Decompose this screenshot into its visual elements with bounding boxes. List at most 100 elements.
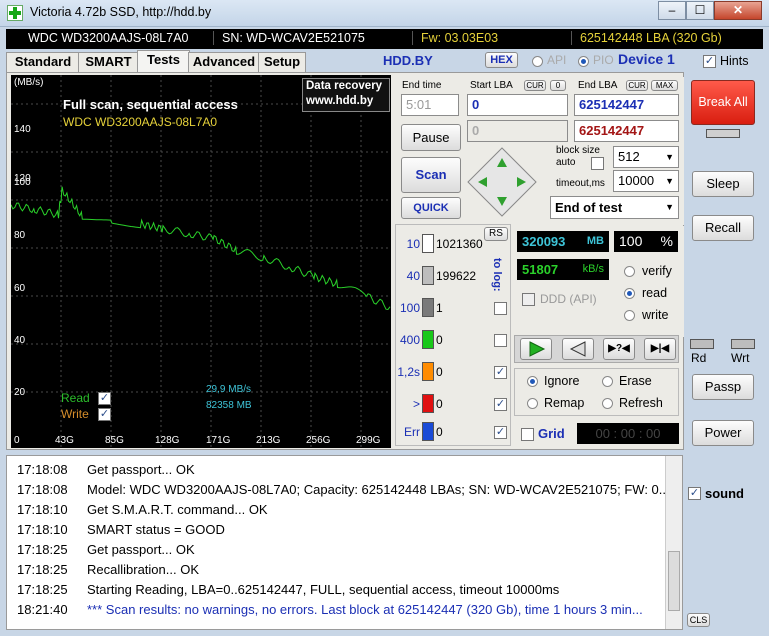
graph-title: Full scan, sequential access — [63, 97, 238, 112]
stat-log-checkbox[interactable]: ✓ — [494, 366, 507, 379]
passp-button[interactable]: Passp — [692, 374, 754, 400]
rs-button[interactable]: RS — [484, 227, 508, 241]
start-zero-button[interactable]: 0 — [550, 80, 566, 91]
close-button[interactable]: ✕ — [714, 1, 762, 20]
log-time: 17:18:10 — [17, 502, 68, 517]
timeout-select[interactable]: 10000 ▼ — [613, 170, 679, 192]
direction-pad[interactable] — [466, 146, 538, 218]
skip-back-button[interactable]: ▶?◀ — [603, 338, 635, 360]
pio-radio[interactable] — [578, 56, 589, 67]
stat-log-checkbox[interactable] — [494, 302, 507, 315]
end-lba-field[interactable]: 625142447 — [574, 94, 679, 116]
to-log-label: to log: — [491, 258, 503, 292]
play-button[interactable] — [520, 338, 552, 360]
x-tick-0: 0 — [14, 435, 20, 446]
end-cur-button[interactable]: CUR — [626, 80, 648, 91]
log-scrollbar[interactable] — [665, 456, 682, 629]
sound-label: sound — [705, 486, 744, 501]
ddd-checkbox[interactable] — [522, 293, 535, 306]
drive-info-bar: WDC WD3200AAJS-08L7A0 SN: WD-WCAV2E52107… — [6, 29, 763, 49]
stat-label: 400 — [399, 333, 420, 347]
end-time-field[interactable]: 5:01 — [401, 94, 459, 116]
api-label: API — [547, 53, 567, 67]
log-message: Recallibration... OK — [87, 562, 199, 577]
end-max-button[interactable]: MAX — [651, 80, 678, 91]
auto-checkbox[interactable] — [591, 157, 604, 170]
scan-button[interactable]: Scan — [401, 157, 461, 193]
log-message: SMART status = GOOD — [87, 522, 225, 537]
minimize-button[interactable]: – — [658, 1, 686, 20]
refresh-radio[interactable] — [602, 398, 613, 409]
x-tick-43g: 43G — [55, 435, 74, 446]
tab-setup[interactable]: Setup — [258, 52, 306, 73]
stat-log-checkbox[interactable]: ✓ — [494, 398, 507, 411]
stat-count: 0 — [436, 365, 443, 379]
stat-log-checkbox[interactable] — [494, 334, 507, 347]
recall-button[interactable]: Recall — [692, 215, 754, 241]
log-message: Get S.M.A.R.T. command... OK — [87, 502, 268, 517]
skip-end-button[interactable]: ▶|◀ — [644, 338, 676, 360]
break-all-button[interactable]: Break All — [691, 80, 755, 125]
log-scrollbar-thumb[interactable] — [668, 551, 680, 611]
block-size-select[interactable]: 512 ▼ — [613, 146, 679, 168]
y-tick-60: 60 — [14, 283, 26, 294]
x-tick-85g: 85G — [105, 435, 124, 446]
start-cur-button[interactable]: CUR — [524, 80, 546, 91]
hex-button[interactable]: HEX — [485, 52, 518, 68]
pause-button[interactable]: Pause — [401, 124, 461, 151]
back-button[interactable] — [562, 338, 594, 360]
cls-button[interactable]: CLS — [687, 613, 710, 627]
tab-advanced[interactable]: Advanced — [188, 52, 260, 73]
verify-radio[interactable] — [624, 266, 635, 277]
data-recovery-box[interactable]: Data recovery www.hdd.by — [302, 78, 390, 112]
tab-standard[interactable]: Standard — [6, 52, 80, 73]
graph-model: WDC WD3200AAJS-08L7A0 — [63, 115, 218, 129]
stat-log-checkbox[interactable]: ✓ — [494, 426, 507, 439]
write-legend-checkbox[interactable]: ✓ — [98, 408, 111, 421]
stat-color-block — [422, 266, 434, 285]
quick-button[interactable]: QUICK — [401, 197, 461, 219]
y-tick-80: 80 — [14, 230, 26, 241]
ignore-label: Ignore — [544, 374, 580, 388]
stat-color-block — [422, 362, 434, 381]
site-label: HDD.BY — [383, 53, 433, 68]
stat-label: 100 — [399, 301, 420, 315]
api-radio[interactable] — [532, 56, 543, 67]
stat-color-block — [422, 234, 434, 253]
y-tick-100: 100 — [14, 177, 31, 188]
sleep-button[interactable]: Sleep — [692, 171, 754, 197]
y-tick-40: 40 — [14, 335, 26, 346]
stat-count: 0 — [436, 333, 443, 347]
ignore-radio[interactable] — [527, 376, 538, 387]
sound-checkbox[interactable]: ✓ — [688, 487, 701, 500]
graph-unit: (MB/s) — [14, 77, 44, 88]
start-lba-field[interactable]: 0 — [467, 94, 568, 116]
write-radio[interactable] — [624, 310, 635, 321]
write-legend-label: Write — [61, 407, 89, 421]
end-of-test-select[interactable]: End of test ▼ — [550, 196, 679, 219]
grid-checkbox[interactable] — [521, 428, 534, 441]
speed-display: 51807 kB/s — [517, 259, 609, 280]
stat-count: 199622 — [436, 269, 477, 283]
stat-label: 10 — [406, 237, 420, 251]
drive-serial: SN: WD-WCAV2E521075 — [213, 31, 365, 45]
maximize-button[interactable]: ☐ — [686, 1, 714, 20]
tab-tests[interactable]: Tests — [137, 50, 190, 73]
x-tick-299g: 299G — [356, 435, 381, 446]
power-button[interactable]: Power — [692, 420, 754, 446]
x-tick-256g: 256G — [306, 435, 331, 446]
hints-checkbox[interactable]: ✓ — [703, 55, 716, 68]
read-label: read — [642, 286, 668, 300]
read-legend-checkbox[interactable]: ✓ — [98, 392, 111, 405]
stat-label: Err — [404, 425, 420, 439]
verify-label: verify — [642, 264, 672, 278]
stat-label: 1,2s — [397, 365, 420, 379]
log-time: 17:18:25 — [17, 562, 68, 577]
end-lba-label: End LBA — [578, 80, 618, 91]
erase-label: Erase — [619, 374, 652, 388]
tab-smart[interactable]: SMART — [78, 52, 139, 73]
erase-radio[interactable] — [602, 376, 613, 387]
log-time: 17:18:25 — [17, 582, 68, 597]
read-radio[interactable] — [624, 288, 635, 299]
remap-radio[interactable] — [527, 398, 538, 409]
